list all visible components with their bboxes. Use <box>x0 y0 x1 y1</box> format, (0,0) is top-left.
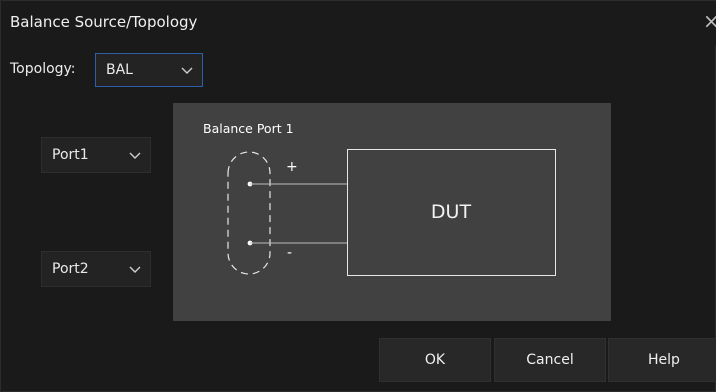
topology-dropdown[interactable]: BAL <box>95 53 203 87</box>
ok-button[interactable]: OK <box>379 338 491 382</box>
port1-value: Port1 <box>52 147 89 163</box>
balanced-port-outline <box>227 151 271 275</box>
chevron-down-icon <box>181 67 193 74</box>
port2-value: Port2 <box>52 261 89 277</box>
help-button[interactable]: Help <box>608 338 716 382</box>
topology-label: Topology: <box>10 61 76 77</box>
balance-topology-dialog: Balance Source/Topology × Topology: BAL … <box>0 0 716 392</box>
port1-dropdown[interactable]: Port1 <box>41 137 151 173</box>
dut-label: DUT <box>430 201 472 223</box>
minus-sign: - <box>287 245 293 261</box>
cancel-button[interactable]: Cancel <box>494 338 606 382</box>
title-bar: Balance Source/Topology × <box>1 1 716 45</box>
dialog-title: Balance Source/Topology <box>10 13 198 31</box>
port2-dropdown[interactable]: Port2 <box>41 251 151 287</box>
chevron-down-icon <box>129 152 141 159</box>
plus-sign: + <box>286 159 298 175</box>
diagram-title: Balance Port 1 <box>203 121 294 136</box>
chevron-down-icon <box>129 266 141 273</box>
topology-diagram: Balance Port 1 + - DUT <box>173 103 611 321</box>
close-icon[interactable]: × <box>703 9 716 33</box>
topology-value: BAL <box>106 62 133 78</box>
